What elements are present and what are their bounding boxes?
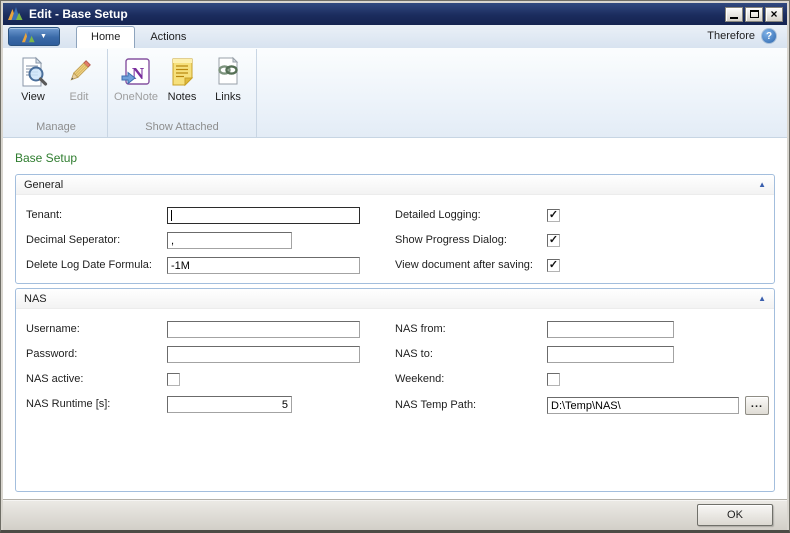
tab-actions[interactable]: Actions (135, 27, 201, 48)
onenote-icon: N (120, 56, 152, 88)
decimal-separator-input[interactable] (167, 232, 292, 249)
delete-log-date-formula-label: Delete Log Date Formula: (26, 257, 167, 274)
nas-temp-path-input[interactable] (547, 397, 739, 414)
page-content: Base Setup General ▲ Tenant: Decimal Sep… (3, 138, 787, 499)
collapse-icon[interactable]: ▲ (758, 181, 766, 189)
dynamics-nav-logo-icon (7, 6, 24, 22)
view-button-label: View (21, 92, 45, 103)
section-general-header[interactable]: General ▲ (16, 175, 774, 195)
detailed-logging-label: Detailed Logging: (395, 207, 547, 224)
minimize-button[interactable] (725, 7, 743, 22)
notes-icon (166, 56, 198, 88)
browse-button[interactable]: ... (745, 396, 769, 415)
nas-active-label: NAS active: (26, 371, 167, 388)
title-bar: Edit - Base Setup × (3, 3, 787, 25)
maximize-icon (750, 10, 759, 18)
ribbon-group-show-attached: N OneNote Notes (108, 49, 257, 137)
edit-button: Edit (56, 52, 102, 105)
username-label: Username: (26, 321, 167, 338)
tenant-input[interactable] (167, 207, 360, 224)
weekend-label: Weekend: (395, 371, 547, 388)
view-document-after-saving-checkbox[interactable]: ✓ (547, 259, 560, 272)
ribbon-tab-strip: ▼ Home Actions Therefore ? (3, 25, 787, 48)
minimize-icon (730, 17, 738, 19)
check-icon: ✓ (549, 210, 558, 221)
links-button[interactable]: Links (205, 52, 251, 105)
onenote-button: N OneNote (113, 52, 159, 105)
close-button[interactable]: × (765, 7, 783, 22)
window-title: Edit - Base Setup (29, 7, 128, 21)
chevron-down-icon: ▼ (40, 33, 47, 40)
ok-button-label: OK (727, 509, 743, 521)
links-icon (212, 56, 244, 88)
ribbon: View Edit Ma (3, 48, 787, 138)
page-title: Base Setup (15, 151, 787, 165)
password-input[interactable] (167, 346, 360, 363)
onenote-button-label: OneNote (114, 92, 158, 103)
help-icon: ? (766, 31, 772, 42)
decimal-separator-label: Decimal Seperator: (26, 232, 167, 249)
username-input[interactable] (167, 321, 360, 338)
nas-active-checkbox[interactable] (167, 373, 180, 386)
section-nas: NAS ▲ Username: Password: NAS active: NA… (15, 288, 775, 492)
nas-runtime-input[interactable] (167, 396, 292, 413)
dynamics-nav-logo-icon (21, 30, 36, 44)
nas-from-input[interactable] (547, 321, 674, 338)
close-icon: × (770, 8, 777, 20)
section-nas-title: NAS (24, 293, 47, 305)
collapse-icon[interactable]: ▲ (758, 295, 766, 303)
section-nas-header[interactable]: NAS ▲ (16, 289, 774, 309)
svg-text:N: N (132, 64, 145, 83)
view-icon (17, 56, 49, 88)
edit-base-setup-window: Edit - Base Setup × ▼ Home Actions There… (0, 0, 790, 533)
help-button[interactable]: ? (761, 28, 777, 44)
edit-button-label: Edit (70, 92, 89, 103)
dialog-footer: OK (3, 499, 787, 530)
ribbon-group-manage: View Edit Ma (5, 49, 108, 137)
notes-button[interactable]: Notes (159, 52, 205, 105)
detailed-logging-checkbox[interactable]: ✓ (547, 209, 560, 222)
delete-log-date-formula-input[interactable] (167, 257, 360, 274)
ellipsis-icon: ... (751, 399, 763, 409)
ok-button[interactable]: OK (697, 504, 773, 526)
show-progress-dialog-label: Show Progress Dialog: (395, 232, 547, 249)
application-menu-button[interactable]: ▼ (8, 27, 60, 46)
nas-temp-path-label: NAS Temp Path: (395, 397, 547, 414)
window-controls: × (725, 7, 783, 22)
notes-button-label: Notes (168, 92, 197, 103)
password-label: Password: (26, 346, 167, 363)
edit-icon (63, 56, 95, 88)
view-document-after-saving-label: View document after saving: (395, 257, 547, 274)
section-general: General ▲ Tenant: Decimal Seperator: Del… (15, 174, 775, 284)
tab-home[interactable]: Home (76, 26, 135, 48)
links-button-label: Links (215, 92, 241, 103)
check-icon: ✓ (549, 235, 558, 246)
nas-to-label: NAS to: (395, 346, 547, 363)
view-button[interactable]: View (10, 52, 56, 105)
nas-to-input[interactable] (547, 346, 674, 363)
weekend-checkbox[interactable] (547, 373, 560, 386)
tenant-label: Tenant: (26, 207, 167, 224)
ribbon-group-manage-label: Manage (8, 119, 104, 137)
section-general-title: General (24, 179, 63, 191)
nas-runtime-label: NAS Runtime [s]: (26, 396, 167, 413)
therefore-label: Therefore (707, 30, 755, 42)
check-icon: ✓ (549, 260, 558, 271)
ribbon-group-show-attached-label: Show Attached (111, 119, 253, 137)
show-progress-dialog-checkbox[interactable]: ✓ (547, 234, 560, 247)
nas-from-label: NAS from: (395, 321, 547, 338)
maximize-button[interactable] (745, 7, 763, 22)
